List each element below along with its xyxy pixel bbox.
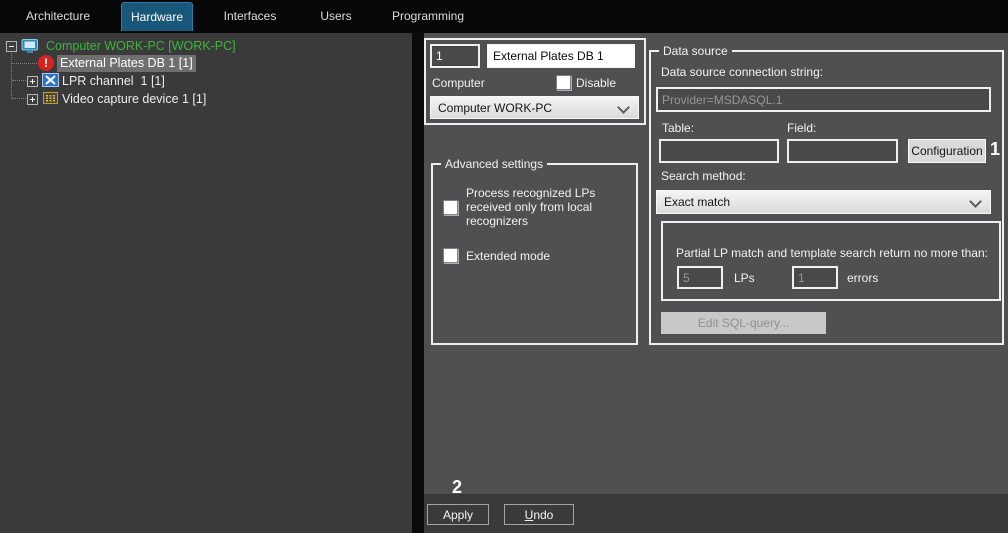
tab-bar: Architecture Hardware Interfaces Users P… bbox=[0, 0, 1008, 33]
tab-users[interactable]: Users bbox=[300, 3, 372, 30]
extended-mode-label: Extended mode bbox=[466, 249, 551, 263]
tree-connector bbox=[11, 51, 12, 98]
panel-divider bbox=[412, 33, 424, 533]
computer-label: Computer bbox=[432, 76, 485, 90]
configuration-button[interactable]: Configuration bbox=[908, 139, 986, 163]
tab-architecture[interactable]: Architecture bbox=[10, 3, 106, 30]
object-id-field[interactable] bbox=[430, 44, 480, 68]
computer-select[interactable]: Computer WORK-PC bbox=[430, 96, 639, 119]
connection-string-input[interactable] bbox=[656, 87, 991, 112]
search-method-label: Search method: bbox=[661, 169, 746, 183]
data-source-title: Data source bbox=[659, 44, 732, 58]
partial-match-label: Partial LP match and template search ret… bbox=[676, 246, 988, 260]
undo-button[interactable]: Undo bbox=[504, 504, 574, 525]
table-input[interactable] bbox=[659, 139, 779, 163]
errors-input[interactable] bbox=[792, 266, 838, 289]
tree-item-computer[interactable]: Computer WORK-PC [WORK-PC] bbox=[46, 39, 236, 54]
alert-icon: ! bbox=[38, 55, 54, 71]
expand-icon[interactable] bbox=[27, 94, 38, 105]
undo-accelerator: U bbox=[524, 507, 534, 522]
tab-interfaces[interactable]: Interfaces bbox=[205, 3, 295, 30]
partial-match-group bbox=[661, 221, 1001, 301]
search-method-select[interactable]: Exact match bbox=[656, 190, 991, 214]
step-marker-1: 1 bbox=[990, 139, 1001, 159]
step-marker-2: 2 bbox=[452, 477, 463, 497]
lps-label: LPs bbox=[734, 271, 755, 285]
computer-icon bbox=[21, 39, 38, 53]
errors-label: errors bbox=[847, 271, 879, 285]
disable-label: Disable bbox=[576, 76, 617, 90]
apply-button[interactable]: Apply bbox=[427, 504, 489, 525]
field-label: Field: bbox=[787, 121, 817, 135]
undo-rest: ndo bbox=[533, 507, 554, 522]
process-recognized-checkbox[interactable] bbox=[443, 200, 458, 215]
process-recognized-label: Process recognized LPs received only fro… bbox=[466, 186, 596, 228]
tree-item-lpr-channel[interactable]: LPR channel 1 [1] bbox=[62, 74, 165, 89]
disable-checkbox[interactable] bbox=[556, 75, 571, 90]
device-tree-panel bbox=[0, 33, 412, 533]
tree-connector bbox=[12, 63, 37, 64]
table-label: Table: bbox=[662, 121, 695, 135]
tab-hardware[interactable]: Hardware bbox=[121, 2, 193, 31]
collapse-icon[interactable] bbox=[6, 41, 17, 52]
edit-sql-query-button[interactable]: Edit SQL-query... bbox=[661, 312, 826, 334]
search-method-value: Exact match bbox=[664, 195, 731, 209]
extended-mode-checkbox[interactable] bbox=[443, 248, 458, 263]
tab-programming[interactable]: Programming bbox=[378, 3, 478, 30]
object-name-field[interactable] bbox=[487, 44, 635, 68]
video-capture-icon bbox=[43, 92, 58, 104]
expand-icon[interactable] bbox=[27, 76, 38, 87]
tree-connector bbox=[12, 98, 26, 99]
advanced-settings-title: Advanced settings bbox=[441, 157, 548, 171]
tree-item-external-plates-db[interactable]: External Plates DB 1 [1] bbox=[57, 55, 196, 72]
field-input[interactable] bbox=[787, 139, 898, 163]
tree-item-video-capture[interactable]: Video capture device 1 [1] bbox=[62, 92, 206, 107]
tree-connector bbox=[12, 80, 26, 81]
chevron-down-icon bbox=[617, 101, 630, 114]
connection-string-label: Data source connection string: bbox=[661, 65, 824, 79]
lps-input[interactable] bbox=[677, 266, 723, 289]
lpr-channel-icon bbox=[42, 73, 59, 87]
computer-select-value: Computer WORK-PC bbox=[438, 100, 553, 115]
chevron-down-icon bbox=[969, 195, 982, 208]
